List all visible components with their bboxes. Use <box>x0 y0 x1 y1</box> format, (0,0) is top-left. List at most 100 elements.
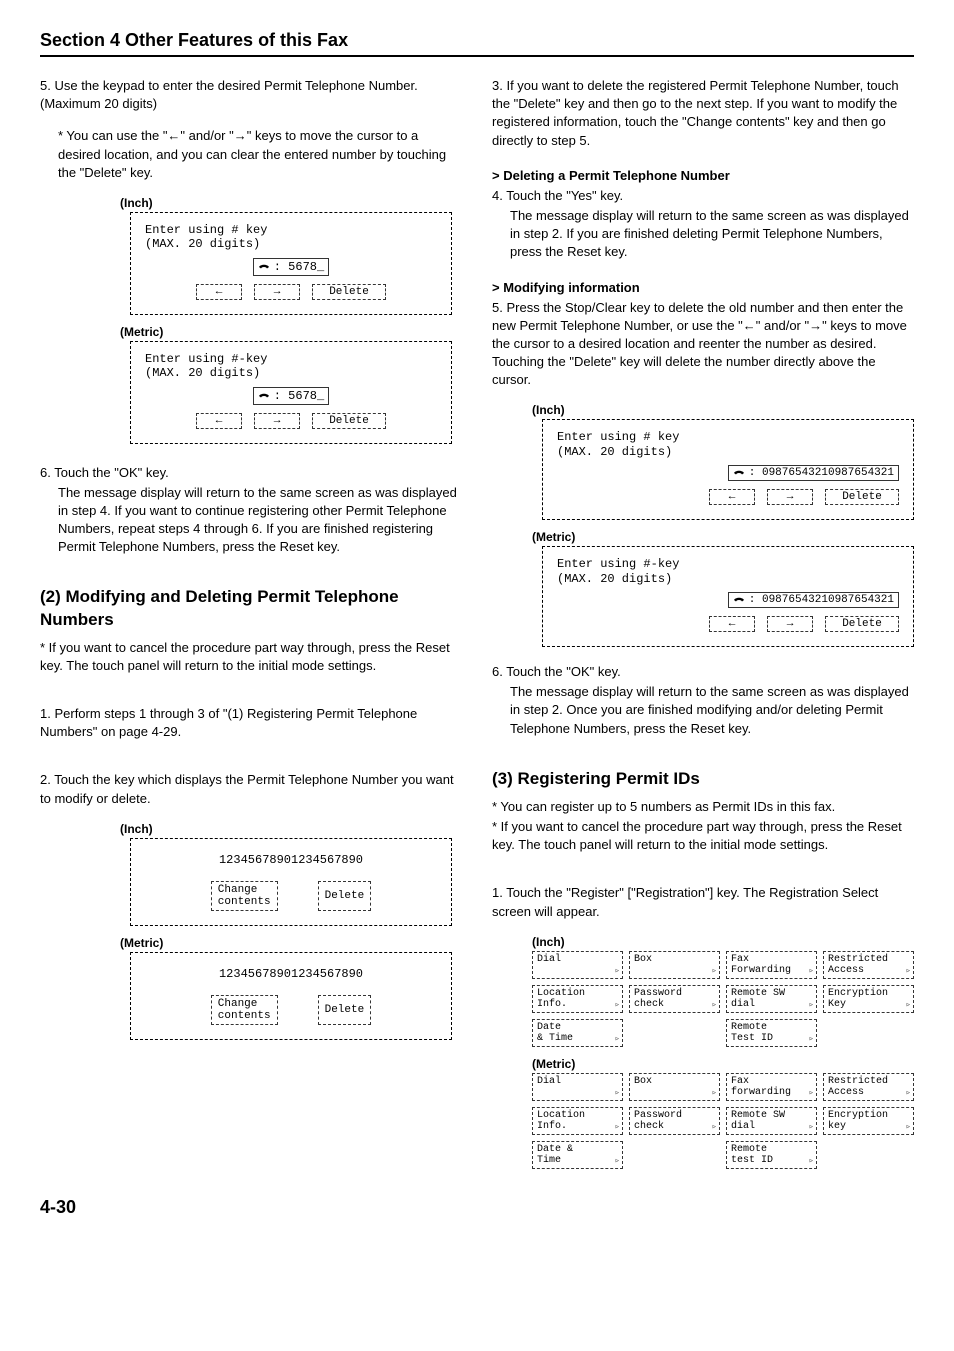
reg-button[interactable]: Location Info. <box>532 985 623 1013</box>
r-step-4: 4. Touch the "Yes" key. The message disp… <box>492 187 914 262</box>
label-metric: (Metric) <box>120 936 462 950</box>
panel-f-line2: (MAX. 20 digits) <box>557 572 899 586</box>
r-step-5-num: 5. <box>492 300 503 315</box>
reg-button[interactable]: Box <box>629 951 720 979</box>
reg-button[interactable]: Date & Time <box>532 1019 623 1047</box>
r-step-6-text: Touch the "OK" key. <box>506 664 621 679</box>
delete-button[interactable]: Delete <box>312 413 386 429</box>
panel-f-line1: Enter using #-key <box>557 557 899 571</box>
subheading-3: (3) Registering Permit IDs <box>492 768 914 790</box>
step-5-note: * You can use the "←" and/or "→" keys to… <box>58 127 462 182</box>
arrow-right-button[interactable]: → <box>767 489 813 505</box>
sub2-note: * If you want to cancel the procedure pa… <box>40 639 462 675</box>
change-contents-button[interactable]: Change contents <box>211 995 278 1025</box>
reg-grid-metric: DialBoxFax forwardingRestricted Access Lo… <box>532 1073 914 1169</box>
reg-button[interactable]: Password check <box>629 1107 720 1135</box>
label-inch: (Inch) <box>532 935 914 949</box>
delete-button[interactable]: Delete <box>825 489 899 505</box>
step-6: 6. Touch the "OK" key. The message displ… <box>40 464 462 557</box>
reg-button[interactable]: Encryption key <box>823 1107 914 1135</box>
panel-f-number: : 09876543210987654321 <box>557 592 899 608</box>
arrow-left-button[interactable]: ← <box>196 284 242 300</box>
sub2-step2-num: 2. <box>40 772 51 787</box>
reg-grid-inch: DialBoxFax ForwardingRestricted Access Lo… <box>532 951 914 1047</box>
mod-head: > Modifying information <box>492 280 914 295</box>
panel-a: Enter using # key (MAX. 20 digits) : 567… <box>130 212 452 315</box>
reg-button[interactable]: Encryption Key <box>823 985 914 1013</box>
subheading-2: (2) Modifying and Deleting Permit Teleph… <box>40 586 462 630</box>
reg-button[interactable]: Remote Test ID <box>726 1019 817 1047</box>
change-contents-button[interactable]: Change contents <box>211 881 278 911</box>
delete-button[interactable]: Delete <box>318 881 372 911</box>
panel-e: Enter using # key (MAX. 20 digits) : 098… <box>542 419 914 520</box>
panel-e-line2: (MAX. 20 digits) <box>557 445 899 459</box>
arrow-left-button[interactable]: ← <box>709 616 755 632</box>
reg-button[interactable]: Dial <box>532 1073 623 1101</box>
reg-button[interactable]: Restricted Access <box>823 951 914 979</box>
step-6-num: 6. <box>40 465 51 480</box>
reg-button[interactable]: Fax Forwarding <box>726 951 817 979</box>
step-6-text: Touch the "OK" key. <box>54 465 169 480</box>
r-step-4-text: Touch the "Yes" key. <box>506 188 623 203</box>
label-metric: (Metric) <box>120 325 462 339</box>
reg-button[interactable]: Location Info. <box>532 1107 623 1135</box>
reg-button[interactable]: Box <box>629 1073 720 1101</box>
delete-button[interactable]: Delete <box>318 995 372 1025</box>
arrow-left-button[interactable]: ← <box>709 489 755 505</box>
arrow-left-button[interactable]: ← <box>196 413 242 429</box>
r-step-3: 3. If you want to delete the registered … <box>492 77 914 150</box>
left-column: 5. Use the keypad to enter the desired P… <box>40 77 462 1177</box>
panel-d: 12345678901234567890 Change contents Del… <box>130 952 452 1040</box>
reg-button[interactable]: Remote test ID <box>726 1141 817 1169</box>
panel-b-number: : 5678_ <box>145 387 437 405</box>
panel-d-number: 12345678901234567890 <box>145 967 437 981</box>
panel-b-line1: Enter using #-key <box>145 352 437 366</box>
sub2-step1-text: Perform steps 1 through 3 of "(1) Regist… <box>40 706 417 739</box>
sub2-step1: 1. Perform steps 1 through 3 of "(1) Reg… <box>40 705 462 741</box>
panel-e-line1: Enter using # key <box>557 430 899 444</box>
reg-button[interactable]: Password check <box>629 985 720 1013</box>
reg-button[interactable]: Date & Time <box>532 1141 623 1169</box>
r-step-3-num: 3. <box>492 78 503 93</box>
sub3-step1: 1. Touch the "Register" ["Registration"]… <box>492 884 914 920</box>
reg-button[interactable]: Remote SW dial <box>726 1107 817 1135</box>
panel-c: 12345678901234567890 Change contents Del… <box>130 838 452 926</box>
content-columns: 5. Use the keypad to enter the desired P… <box>40 77 914 1177</box>
r-step-6-cont: The message display will return to the s… <box>510 683 914 738</box>
r-step-5-text: Press the Stop/Clear key to delete the o… <box>492 300 907 388</box>
panel-b: Enter using #-key (MAX. 20 digits) : 567… <box>130 341 452 444</box>
reg-button[interactable]: Remote SW dial <box>726 985 817 1013</box>
phone-icon <box>733 595 745 605</box>
sub2-step2: 2. Touch the key which displays the Perm… <box>40 771 462 807</box>
sub3-step1-text: Touch the "Register" ["Registration"] ke… <box>492 885 878 918</box>
sub2-step1-num: 1. <box>40 706 51 721</box>
step-5-num: 5. <box>40 78 51 93</box>
arrow-right-button[interactable]: → <box>254 284 300 300</box>
step-5: 5. Use the keypad to enter the desired P… <box>40 77 462 113</box>
del-head: > Deleting a Permit Telephone Number <box>492 168 914 183</box>
panel-a-line1: Enter using # key <box>145 223 437 237</box>
panel-e-number: : 09876543210987654321 <box>557 465 899 481</box>
reg-button[interactable]: Dial <box>532 951 623 979</box>
sub2-step2-text: Touch the key which displays the Permit … <box>40 772 454 805</box>
label-inch: (Inch) <box>120 196 462 210</box>
reg-button[interactable]: Restricted Access <box>823 1073 914 1101</box>
sub3-step1-num: 1. <box>492 885 503 900</box>
section-header: Section 4 Other Features of this Fax <box>40 30 914 57</box>
reg-button[interactable]: Fax forwarding <box>726 1073 817 1101</box>
panel-a-number: : 5678_ <box>145 258 437 276</box>
arrow-right-button[interactable]: → <box>254 413 300 429</box>
right-column: 3. If you want to delete the registered … <box>492 77 914 1177</box>
r-step-5: 5. Press the Stop/Clear key to delete th… <box>492 299 914 390</box>
sub3-note1: * You can register up to 5 numbers as Pe… <box>492 798 914 816</box>
page-number: 4-30 <box>40 1197 914 1218</box>
label-metric: (Metric) <box>532 1057 914 1071</box>
delete-button[interactable]: Delete <box>825 616 899 632</box>
r-step-3-text: If you want to delete the registered Per… <box>492 78 899 148</box>
arrow-right-button[interactable]: → <box>767 616 813 632</box>
delete-button[interactable]: Delete <box>312 284 386 300</box>
step-5-text: Use the keypad to enter the desired Perm… <box>40 78 418 111</box>
step-6-cont: The message display will return to the s… <box>58 484 462 557</box>
panel-f: Enter using #-key (MAX. 20 digits) : 098… <box>542 546 914 647</box>
label-inch: (Inch) <box>532 403 914 417</box>
